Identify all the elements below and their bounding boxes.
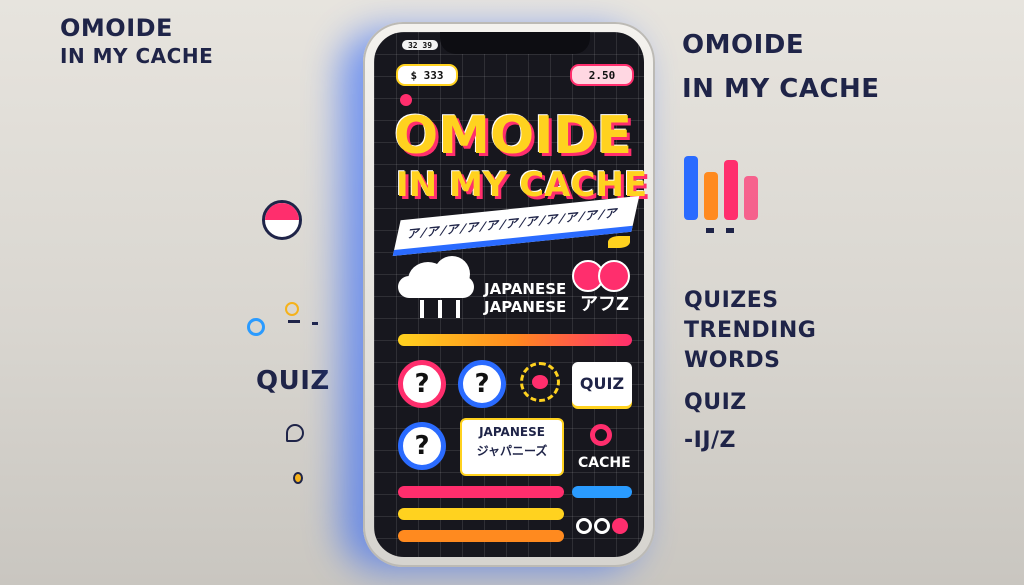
- left-title-line1: OMOIDE: [60, 14, 173, 42]
- quiz-circle-2[interactable]: ?: [458, 360, 506, 408]
- right-title-line1: OMOIDE: [682, 30, 805, 60]
- cache-ring-icon: [590, 424, 612, 446]
- dot-icon-3: [612, 518, 628, 534]
- japanese-line1: JAPANESE: [484, 280, 567, 298]
- progress-bar-orange: [398, 530, 564, 542]
- phone-title-line2: IN MY CACHE: [396, 165, 648, 205]
- question-icon: ?: [414, 431, 430, 461]
- right-item-katakana: -IJ/Z: [684, 428, 736, 453]
- bars-icon: [684, 156, 764, 236]
- right-item-quizes: QUIZES: [684, 288, 779, 313]
- phone-title-line1: OMOIDE: [394, 106, 633, 166]
- right-item-trending: TRENDING: [684, 318, 817, 343]
- decor-flower-icon: [286, 424, 304, 442]
- progress-bar-yellow: [398, 508, 564, 520]
- decor-heart-icon: [400, 94, 412, 106]
- sun-heart-icon: [520, 362, 560, 402]
- progress-bar-red: [398, 486, 564, 498]
- right-item-quiz: QUIZ: [684, 390, 747, 415]
- question-icon: ?: [474, 369, 490, 399]
- cache-label: CACHE: [578, 455, 631, 471]
- left-title-line2: IN MY CACHE: [60, 44, 214, 68]
- status-right: 2.50: [570, 64, 634, 86]
- japanese-suffix: アフZ: [580, 294, 630, 315]
- progress-bar-blue: [572, 486, 632, 498]
- dot-icon-1: [576, 518, 592, 534]
- status-tiny: 32 39: [402, 40, 438, 50]
- right-title-line2: IN MY CACHE: [682, 74, 880, 104]
- decor-drop-icon: [293, 472, 303, 484]
- progress-bar-top: [398, 334, 632, 346]
- phone-notch: [440, 32, 590, 54]
- decor-dot-icon: [247, 318, 265, 336]
- card-japanese-title: JAPANESE: [479, 425, 545, 439]
- quiz-circle-3[interactable]: ?: [398, 422, 446, 470]
- pokeball-icon[interactable]: [262, 200, 302, 240]
- quiz-button[interactable]: QUIZ: [572, 362, 632, 406]
- cherry-icon: [568, 236, 638, 292]
- card-japanese-sub: ジャパニーズ: [476, 444, 548, 458]
- decor-dash-icon: [288, 320, 300, 323]
- left-quiz-label: QUIZ: [256, 366, 330, 396]
- question-icon: ?: [414, 369, 430, 399]
- status-left: $ 333: [396, 64, 458, 86]
- quiz-circle-1[interactable]: ?: [398, 360, 446, 408]
- dot-icon-2: [594, 518, 610, 534]
- right-item-words: WORDS: [684, 348, 781, 373]
- decor-dash2-icon: [312, 322, 318, 325]
- decor-sparkle-icon: [285, 302, 299, 316]
- cloud-icon: [398, 252, 478, 322]
- japanese-line2: JAPANESE: [484, 298, 567, 316]
- japanese-card[interactable]: JAPANESE ジャパニーズ: [460, 418, 564, 476]
